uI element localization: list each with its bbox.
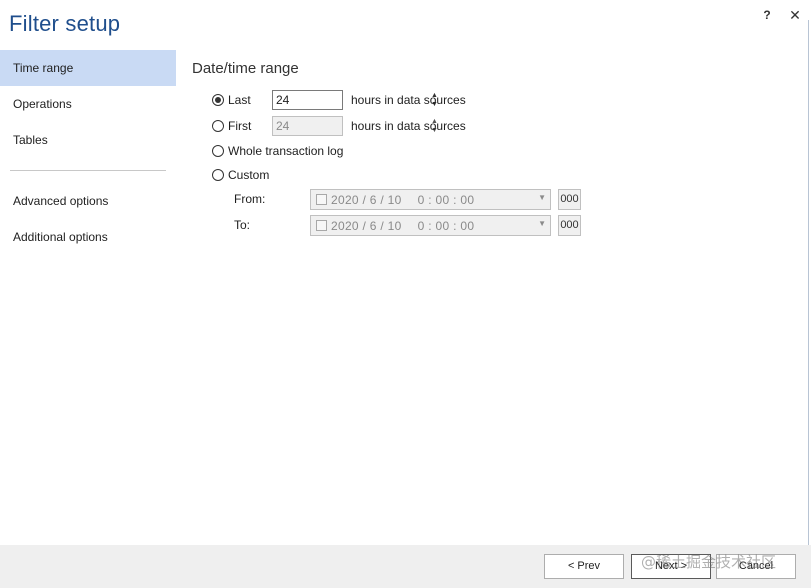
sidebar-item-operations[interactable]: Operations [0,86,176,122]
sidebar-item-advanced-options[interactable]: Advanced options [0,183,176,219]
from-date: 2020 / 6 / 10 [331,192,402,207]
to-label: To: [234,218,251,232]
first-hours-suffix: hours in data sources [351,119,466,133]
sidebar-item-additional-options[interactable]: Additional options [0,219,176,255]
to-checkbox [316,220,327,231]
from-checkbox [316,194,327,205]
last-radio[interactable] [212,94,224,106]
close-button[interactable]: ✕ [786,6,804,24]
from-datetime-picker: 2020 / 6 / 10 0 : 00 : 00 ▼ [310,189,551,210]
first-radio[interactable] [212,120,224,132]
sidebar-item-tables[interactable]: Tables [0,122,176,158]
sidebar-divider [10,170,166,171]
from-milliseconds: 000 [558,189,581,210]
custom-radio[interactable] [212,169,224,181]
sidebar-item-time-range[interactable]: Time range [0,50,176,86]
window-edge [808,20,809,545]
next-button[interactable]: Next > [631,554,711,579]
whole-log-option[interactable]: Whole transaction log [212,141,343,161]
to-time: 0 : 00 : 00 [417,218,475,233]
whole-log-radio[interactable] [212,145,224,157]
prev-button[interactable]: < Prev [544,554,624,579]
last-hours-suffix: hours in data sources [351,93,466,107]
sidebar: Time range Operations Tables Advanced op… [0,50,176,255]
first-hours-stepper: ▲ ▼ [272,116,438,136]
cancel-button[interactable]: Cancel [716,554,796,579]
whole-log-label: Whole transaction log [228,144,344,158]
first-label: First [228,119,252,133]
from-time: 0 : 00 : 00 [417,192,475,207]
last-option[interactable]: Last [212,90,251,110]
section-title: Date/time range [192,60,299,77]
custom-option[interactable]: Custom [212,165,269,185]
last-label: Last [228,93,251,107]
first-option[interactable]: First [212,116,251,136]
custom-label: Custom [228,168,270,182]
to-milliseconds: 000 [558,215,581,236]
from-label: From: [234,192,266,206]
dialog-title: Filter setup [9,11,121,36]
last-hours-stepper[interactable]: ▲ ▼ [272,90,438,110]
help-button[interactable]: ? [758,6,776,24]
chevron-down-icon: ▼ [538,219,546,228]
to-date: 2020 / 6 / 10 [331,218,402,233]
chevron-down-icon: ▼ [538,193,546,202]
to-datetime-picker: 2020 / 6 / 10 0 : 00 : 00 ▼ [310,215,551,236]
